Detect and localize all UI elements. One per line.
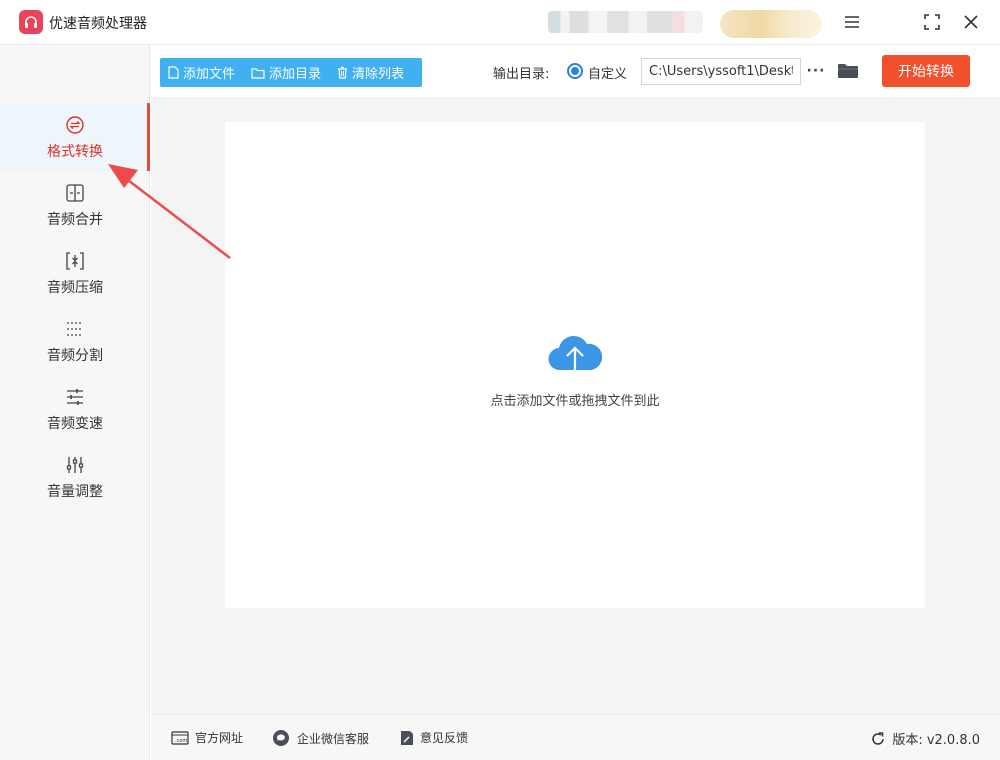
sidebar-item-label: 音量调整 (47, 483, 103, 500)
start-convert-button[interactable]: 开始转换 (882, 55, 970, 87)
add-file-button[interactable]: 添加文件 (160, 58, 243, 87)
merge-icon (64, 182, 86, 204)
folder-icon (838, 64, 858, 78)
menu-button[interactable] (840, 10, 864, 34)
folder-outline-icon (251, 67, 265, 79)
user-account[interactable] (548, 11, 703, 33)
file-icon (168, 66, 179, 79)
sidebar-item-label: 音频分割 (47, 347, 103, 364)
title-bar: 优速音频处理器 (0, 0, 1000, 45)
app-logo-icon (19, 10, 43, 34)
file-dropzone[interactable]: 点击添加文件或拖拽文件到此 (225, 122, 925, 608)
sidebar-item-audio-speed[interactable]: 音频变速 (0, 375, 150, 443)
clear-list-button[interactable]: 清除列表 (329, 58, 412, 87)
sidebar-item-audio-merge[interactable]: 音频合并 (0, 171, 150, 239)
add-folder-label: 添加目录 (269, 67, 322, 82)
cloud-upload-icon (548, 335, 603, 380)
add-folder-button[interactable]: 添加目录 (243, 58, 329, 87)
website-label: 官方网址 (195, 731, 244, 745)
swap-circle-icon (64, 114, 86, 136)
maximize-button[interactable] (920, 10, 944, 34)
svg-text:.com: .com (175, 738, 187, 744)
close-icon (964, 15, 978, 29)
active-indicator (147, 103, 150, 171)
refresh-icon (872, 731, 885, 745)
custom-output-radio[interactable] (567, 63, 583, 79)
sidebar-item-label: 音频合并 (47, 211, 103, 228)
clear-list-label: 清除列表 (352, 67, 405, 82)
feedback-icon (401, 730, 413, 745)
feedback-label: 意见反馈 (420, 731, 469, 745)
sidebar: 格式转换 音频合并 音频压缩 音频分割 音频变速 音量调整 (0, 45, 150, 760)
sidebar-item-volume-adjust[interactable]: 音量调整 (0, 443, 150, 511)
hamburger-icon (845, 16, 859, 28)
dropzone-hint: 点击添加文件或拖拽文件到此 (490, 394, 660, 409)
compress-icon (64, 250, 86, 272)
vip-badge[interactable] (720, 10, 822, 38)
browse-more-button[interactable]: ··· (806, 60, 826, 82)
version-info[interactable]: 版本: v2.0.8.0 (870, 729, 980, 748)
output-dir-label: 输出目录: (493, 67, 550, 82)
add-file-label: 添加文件 (183, 67, 236, 82)
sidebar-item-format-convert[interactable]: 格式转换 (0, 103, 150, 171)
feedback-link[interactable]: 意见反馈 (400, 729, 468, 746)
version-label: 版本: v2.0.8.0 (892, 733, 980, 748)
app-title: 优速音频处理器 (49, 16, 147, 32)
fullscreen-icon (924, 14, 940, 30)
split-icon (64, 318, 86, 340)
sidebar-item-label: 格式转换 (47, 143, 103, 160)
custom-output-label[interactable]: 自定义 (588, 63, 627, 82)
sidebar-item-audio-compress[interactable]: 音频压缩 (0, 239, 150, 307)
wechat-service-icon (273, 730, 289, 746)
close-button[interactable] (959, 10, 983, 34)
wechat-service-label: 企业微信客服 (297, 731, 370, 746)
sidebar-item-label: 音频变速 (47, 415, 103, 432)
website-icon: .com (171, 730, 189, 745)
speed-icon (64, 386, 86, 408)
file-toolbar: 添加文件 添加目录 清除列表 (160, 58, 422, 87)
wechat-service-link[interactable]: 企业微信客服 (271, 729, 369, 747)
sidebar-item-audio-split[interactable]: 音频分割 (0, 307, 150, 375)
volume-sliders-icon (64, 454, 86, 476)
open-folder-button[interactable] (836, 60, 860, 82)
footer: .com 官方网址 企业微信客服 意见反馈 版本: v2.0.8.0 (151, 714, 1000, 760)
output-path-input[interactable] (641, 58, 801, 85)
trash-icon (338, 66, 348, 79)
sidebar-item-label: 音频压缩 (47, 279, 103, 296)
website-link[interactable]: .com 官方网址 (171, 729, 243, 746)
